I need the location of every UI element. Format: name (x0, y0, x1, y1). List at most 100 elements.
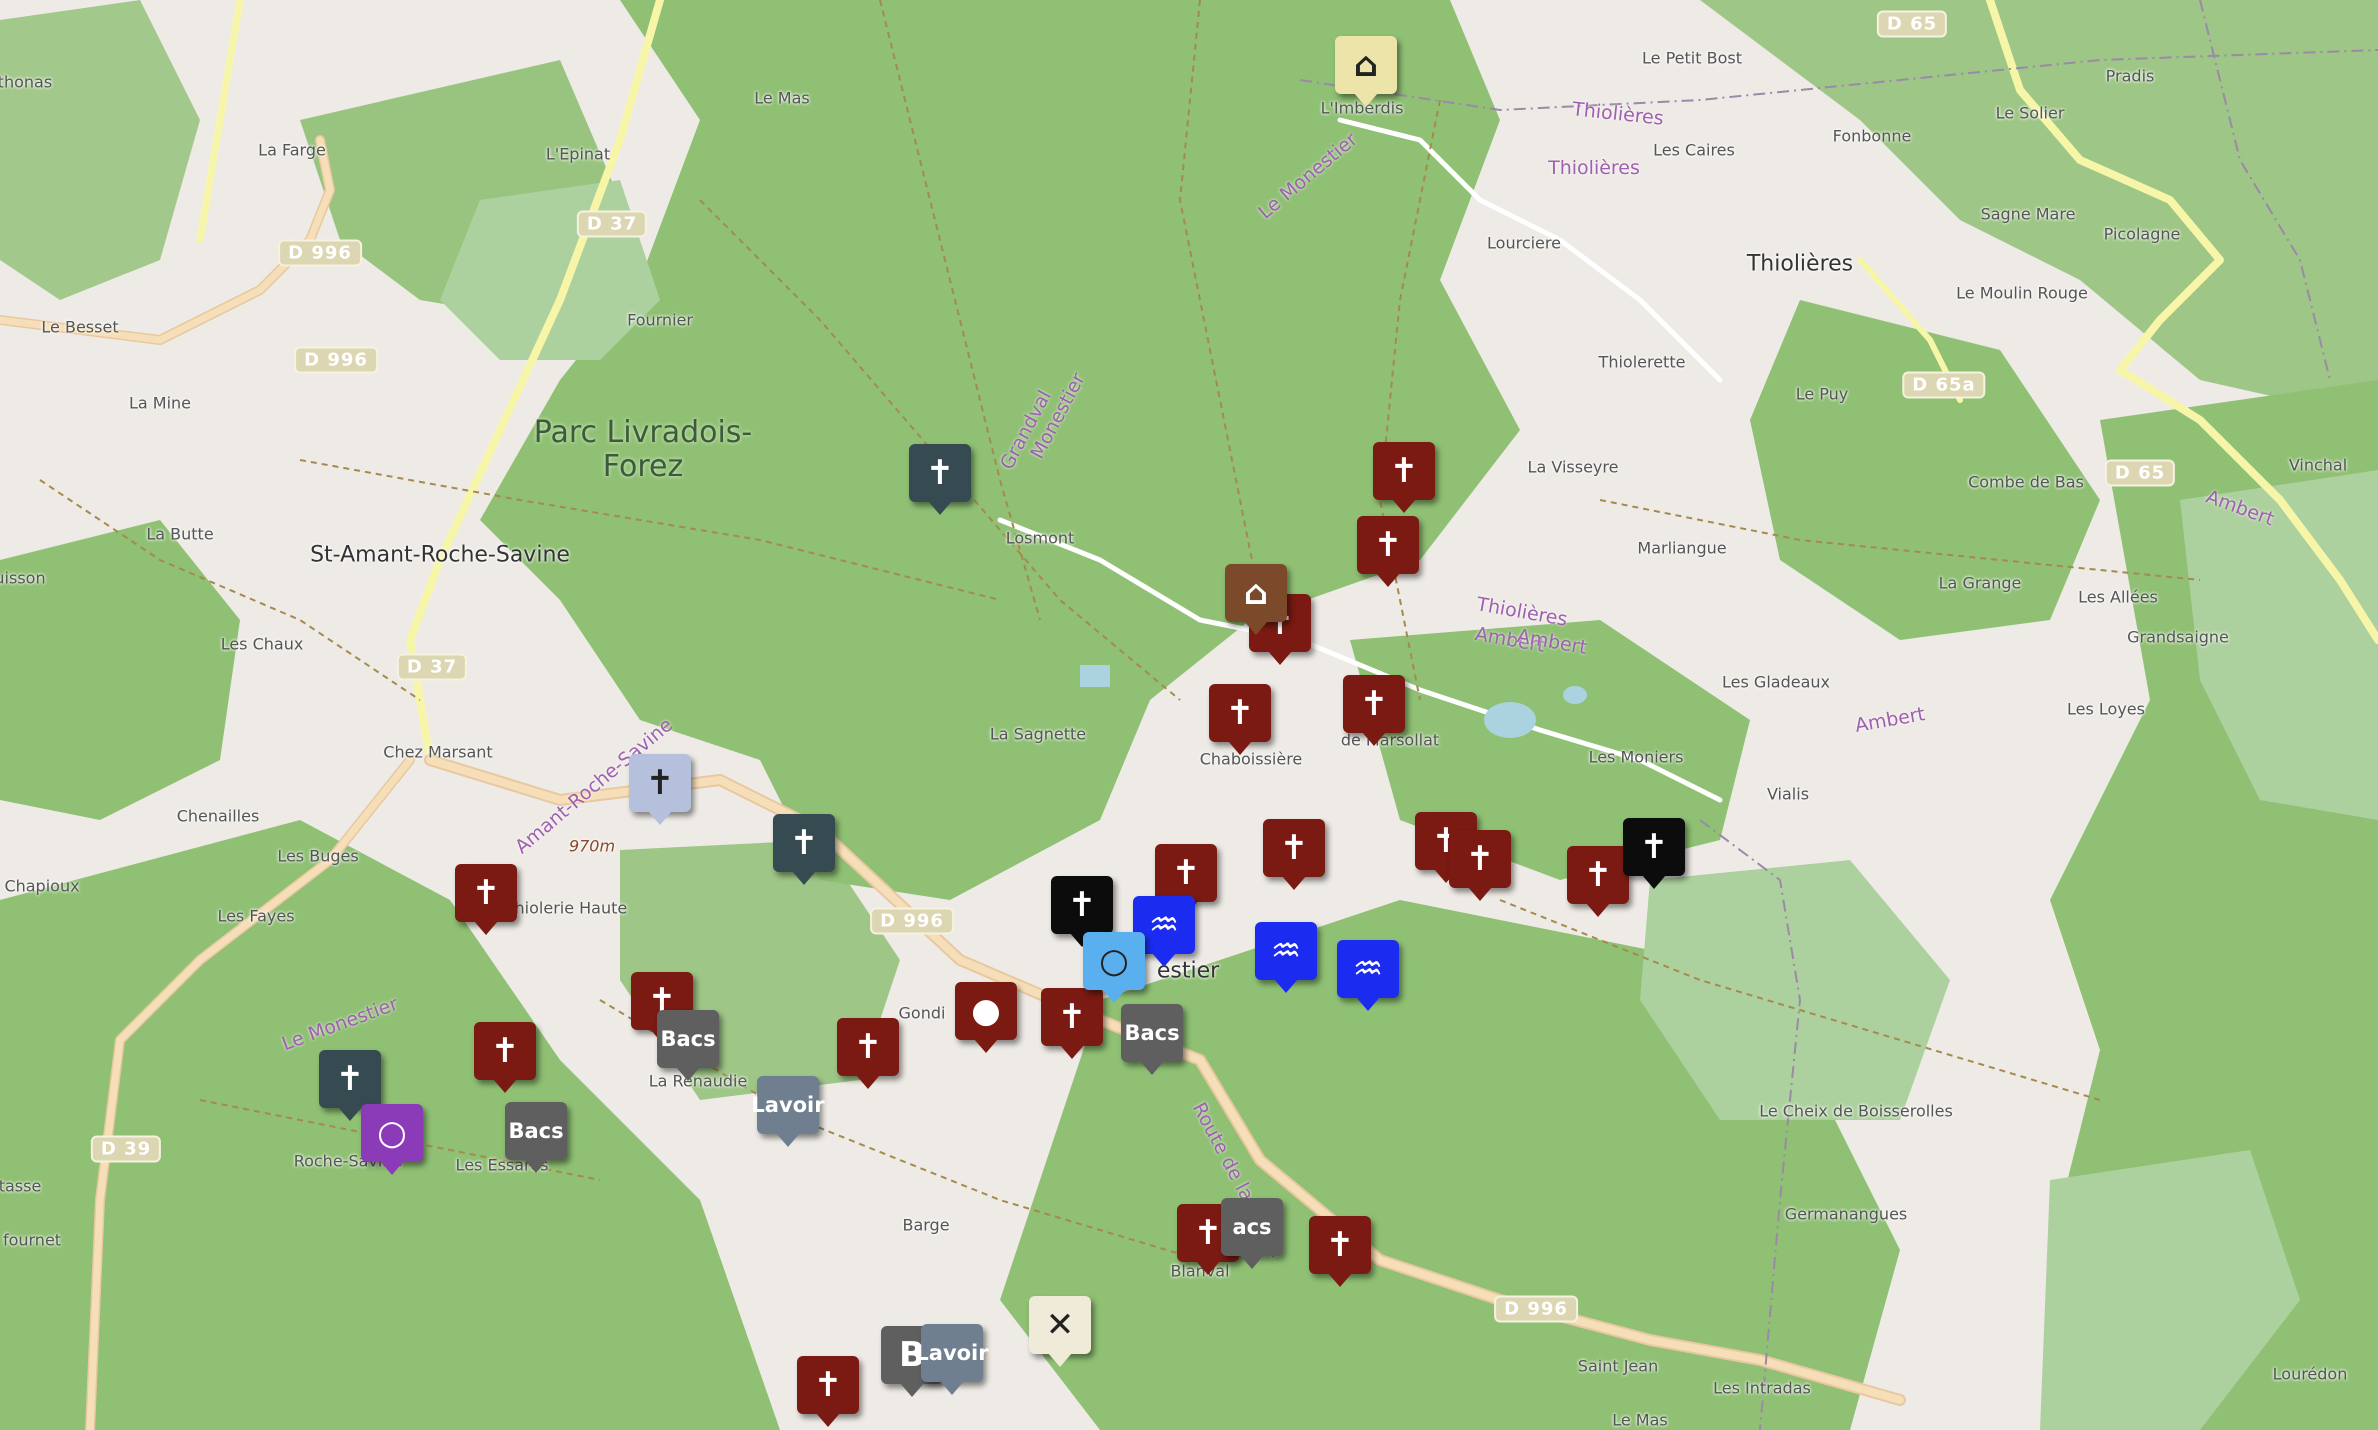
place-label: Parc Livradois-Forez (533, 415, 753, 484)
place-label: L'Epinat (545, 144, 611, 164)
place-label: La Grange (1938, 573, 2022, 593)
cross-icon: ✝ (471, 873, 501, 913)
place-label: Grandsaigne (2127, 627, 2229, 647)
cross-icon: ✝ (1193, 1213, 1223, 1253)
cross-icon: ✝ (1359, 684, 1389, 724)
road-shield: D 996 (278, 239, 362, 267)
place-label: 970m (568, 836, 616, 856)
place-label: Le Moulin Rouge (1956, 283, 2088, 303)
place-label: Saint Jean (1577, 1356, 1659, 1376)
map-marker-cross[interactable]: ✝ (1041, 988, 1103, 1059)
place-label: Les Gladeaux (1722, 672, 1830, 692)
lavoir-icon: Lavoir (751, 1093, 825, 1117)
map-marker-dot[interactable]: ● (955, 982, 1017, 1053)
map-marker-bacs[interactable]: acs (1221, 1198, 1283, 1269)
place-label: Pradis (2105, 66, 2155, 86)
map-marker-cross[interactable]: ✝ (797, 1356, 859, 1427)
map-marker-cross-slate[interactable]: ✝ (773, 814, 835, 885)
place-label: Le Solier (1995, 103, 2065, 123)
map-marker-cross-black[interactable]: ✝ (1051, 876, 1113, 947)
lavoir-icon: Lavoir (915, 1341, 989, 1365)
map-marker-bacs[interactable]: Bacs (1121, 1004, 1183, 1075)
cross-icon: ✝ (1279, 828, 1309, 868)
place-label: éthonas (0, 72, 53, 92)
road-shield: D 996 (870, 907, 954, 935)
place-label: Losmont (1005, 528, 1075, 548)
cross-icon: ✝ (1325, 1225, 1355, 1265)
place-label: La Mine (128, 393, 192, 413)
place-label: La Butte (146, 524, 214, 544)
map-marker-water[interactable]: ♒ (1337, 940, 1399, 1011)
road-shield: D 37 (396, 653, 468, 681)
water-icon: ♒ (1352, 949, 1384, 989)
map-marker-lavoir[interactable]: Lavoir (915, 1324, 989, 1395)
place-label: Gondi (898, 1003, 946, 1023)
place-label: Thiolerette (1598, 352, 1686, 372)
place-label: Vinchal (2288, 455, 2348, 475)
cross-slate-icon: ✝ (789, 823, 819, 863)
map-marker-purple[interactable]: ○ (361, 1104, 423, 1175)
cross-icon: ✝ (1583, 855, 1613, 895)
map-marker-cross[interactable]: ✝ (1343, 675, 1405, 746)
place-label: Fonbonne (1832, 126, 1912, 146)
place-label: uisson (0, 568, 46, 588)
place-label: Les Allées (2078, 587, 2158, 607)
map-marker-cross-black[interactable]: ✝ (1623, 818, 1685, 889)
place-label: fournet (2, 1230, 62, 1250)
place-label: La Sagnette (989, 724, 1087, 744)
place-label: Chapioux (4, 876, 80, 896)
place-label: Vialis (1766, 784, 1810, 804)
map-marker-cross-slate[interactable]: ✝ (319, 1050, 381, 1121)
cross-black-icon: ✝ (1639, 827, 1669, 867)
cross-slate-icon: ✝ (335, 1059, 365, 1099)
place-label: Chenailles (176, 806, 260, 826)
cross-lavender-icon: ✝ (645, 763, 675, 803)
road-shield: D 37 (576, 210, 648, 238)
place-label: Thiolerie Haute (504, 898, 628, 918)
map-marker-water[interactable]: ♒ (1255, 922, 1317, 993)
map-marker-cross-slate[interactable]: ✝ (909, 444, 971, 515)
cross-icon: ✝ (490, 1031, 520, 1071)
place-label: La Visseyre (1527, 457, 1619, 477)
place-label: Les Caires (1653, 140, 1735, 160)
map-marker-cross[interactable]: ✝ (1309, 1216, 1371, 1287)
place-label: Les Fayes (217, 906, 295, 926)
map-marker-cross[interactable]: ✝ (474, 1022, 536, 1093)
map-marker-lavoir[interactable]: Lavoir (751, 1076, 825, 1147)
map-marker-cross[interactable]: ✝ (1373, 442, 1435, 513)
shelter-icon: ⌂ (1353, 45, 1379, 85)
place-label: Chez Marsant (383, 742, 493, 762)
map-marker-cross[interactable]: ✝ (1155, 844, 1217, 915)
map-marker-brown[interactable]: ⌂ (1225, 564, 1287, 635)
map-marker-cross[interactable]: ✝ (1263, 819, 1325, 890)
map-marker-cross-lavender[interactable]: ✝ (629, 754, 691, 825)
cross-icon: ✝ (1465, 839, 1495, 879)
place-label: Le Cheix de Boisserolles (1759, 1101, 1953, 1121)
water-icon: ♒ (1148, 905, 1180, 945)
map-marker-cross[interactable]: ✝ (1449, 830, 1511, 901)
map-marker-cross[interactable]: ✝ (1357, 516, 1419, 587)
map-marker-bacs[interactable]: Bacs (505, 1102, 567, 1173)
bacs-icon: acs (1232, 1215, 1272, 1239)
map-marker-shelter[interactable]: ⌂ (1335, 36, 1397, 107)
map-marker-cross[interactable]: ✝ (1209, 684, 1271, 755)
map-marker-mill[interactable]: ✕ (1029, 1296, 1091, 1367)
place-label: Le Petit Bost (1642, 48, 1742, 68)
purple-icon: ○ (377, 1113, 407, 1153)
place-label: St-Amant-Roche-Savine (310, 542, 570, 568)
place-label: Sagne Mare (1980, 204, 2076, 224)
map-marker-spring[interactable]: ○ (1083, 932, 1145, 1003)
map-marker-cross[interactable]: ✝ (1567, 846, 1629, 917)
map-marker-cross[interactable]: ✝ (455, 864, 517, 935)
cross-icon: ✝ (1225, 693, 1255, 733)
place-label: de Marsollat (1340, 730, 1440, 750)
place-label: Les Loyes (2067, 699, 2145, 719)
map-canvas[interactable]: éthonasLa FargeLe MasL'EpinatL'ImberdisL… (0, 0, 2378, 1430)
place-label: Marliangue (1637, 538, 1727, 558)
map-marker-cross[interactable]: ✝ (837, 1018, 899, 1089)
place-label: Le Puy (1795, 384, 1849, 404)
place-label: Les Chaux (220, 634, 304, 654)
road-shield: D 65a (1902, 371, 1986, 399)
map-marker-bacs[interactable]: Bacs (657, 1010, 719, 1081)
place-label: La Farge (258, 140, 326, 160)
